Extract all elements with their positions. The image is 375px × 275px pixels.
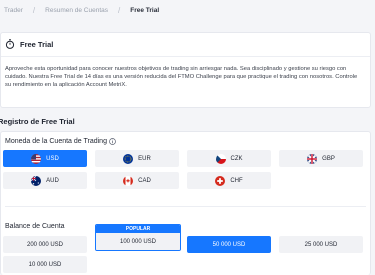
currency-code: CZK (230, 155, 243, 162)
currency-option-chf[interactable]: CHF (187, 172, 271, 189)
currency-option-cad[interactable]: CAD (95, 172, 179, 189)
balance-amount: 10 000 USD (28, 261, 62, 268)
balance-amount: 50 000 USD (212, 241, 246, 248)
balance-amount: 100 000 USD (119, 238, 157, 245)
currency-code: USD (46, 155, 59, 162)
currency-code: GBP (322, 155, 335, 162)
breadcrumb-item-account-overview[interactable]: Resumen de Cuentas (45, 7, 108, 14)
registration-card: Moneda de la Cuenta de Trading USD EUR C… (0, 131, 371, 275)
breadcrumb-separator: / (118, 6, 121, 15)
popular-badge: POPULAR (96, 225, 180, 233)
currency-option-eur[interactable]: EUR (95, 150, 179, 167)
free-trial-header: Free Trial (1, 33, 370, 57)
balance-option-25000[interactable]: 25 000 USD (279, 236, 363, 253)
info-icon[interactable] (109, 138, 116, 145)
free-trial-description: Aproveche esta oportunidad para conocer … (5, 66, 358, 89)
balance-label: Balance de Cuenta (5, 223, 65, 230)
currency-code: EUR (138, 155, 151, 162)
balance-amount: 200 000 USD (26, 241, 64, 248)
currency-option-aud[interactable]: AUD (3, 172, 87, 189)
cz-flag-icon (215, 153, 226, 164)
free-trial-title: Free Trial (20, 40, 54, 49)
gb-flag-icon (307, 153, 318, 164)
currency-label: Moneda de la Cuenta de Trading (5, 138, 116, 145)
au-flag-icon (31, 175, 42, 186)
balance-option-50000[interactable]: 50 000 USD (187, 236, 271, 253)
currency-code: CAD (138, 177, 151, 184)
ca-flag-icon (123, 175, 134, 186)
balance-option-100000[interactable]: POPULAR 100 000 USD (95, 224, 181, 251)
breadcrumb-item-current: Free Trial (130, 7, 160, 14)
breadcrumb-item-trader[interactable]: Trader (4, 7, 23, 14)
currency-option-czk[interactable]: CZK (187, 150, 271, 167)
registration-title: Registro de Free Trial (0, 117, 75, 126)
balance-option-200000[interactable]: 200 000 USD (3, 236, 87, 253)
currency-code: AUD (46, 177, 59, 184)
ch-flag-icon (215, 175, 226, 186)
currency-option-gbp[interactable]: GBP (279, 150, 363, 167)
section-divider (5, 206, 366, 207)
eu-flag-icon (123, 153, 134, 164)
balance-option-10000[interactable]: 10 000 USD (3, 256, 87, 273)
breadcrumb-separator: / (32, 6, 36, 15)
us-flag-icon (31, 153, 42, 164)
balance-option-100000-button[interactable]: 100 000 USD (96, 233, 180, 250)
currency-label-text: Moneda de la Cuenta de Trading (5, 138, 107, 145)
currency-code: CHF (230, 177, 243, 184)
balance-amount: 25 000 USD (304, 241, 338, 248)
stopwatch-icon (5, 36, 15, 54)
breadcrumb: Trader / Resumen de Cuentas / Free Trial (4, 6, 159, 15)
free-trial-card: Free Trial Aproveche esta oportunidad pa… (0, 32, 371, 108)
currency-option-usd[interactable]: USD (3, 150, 87, 167)
